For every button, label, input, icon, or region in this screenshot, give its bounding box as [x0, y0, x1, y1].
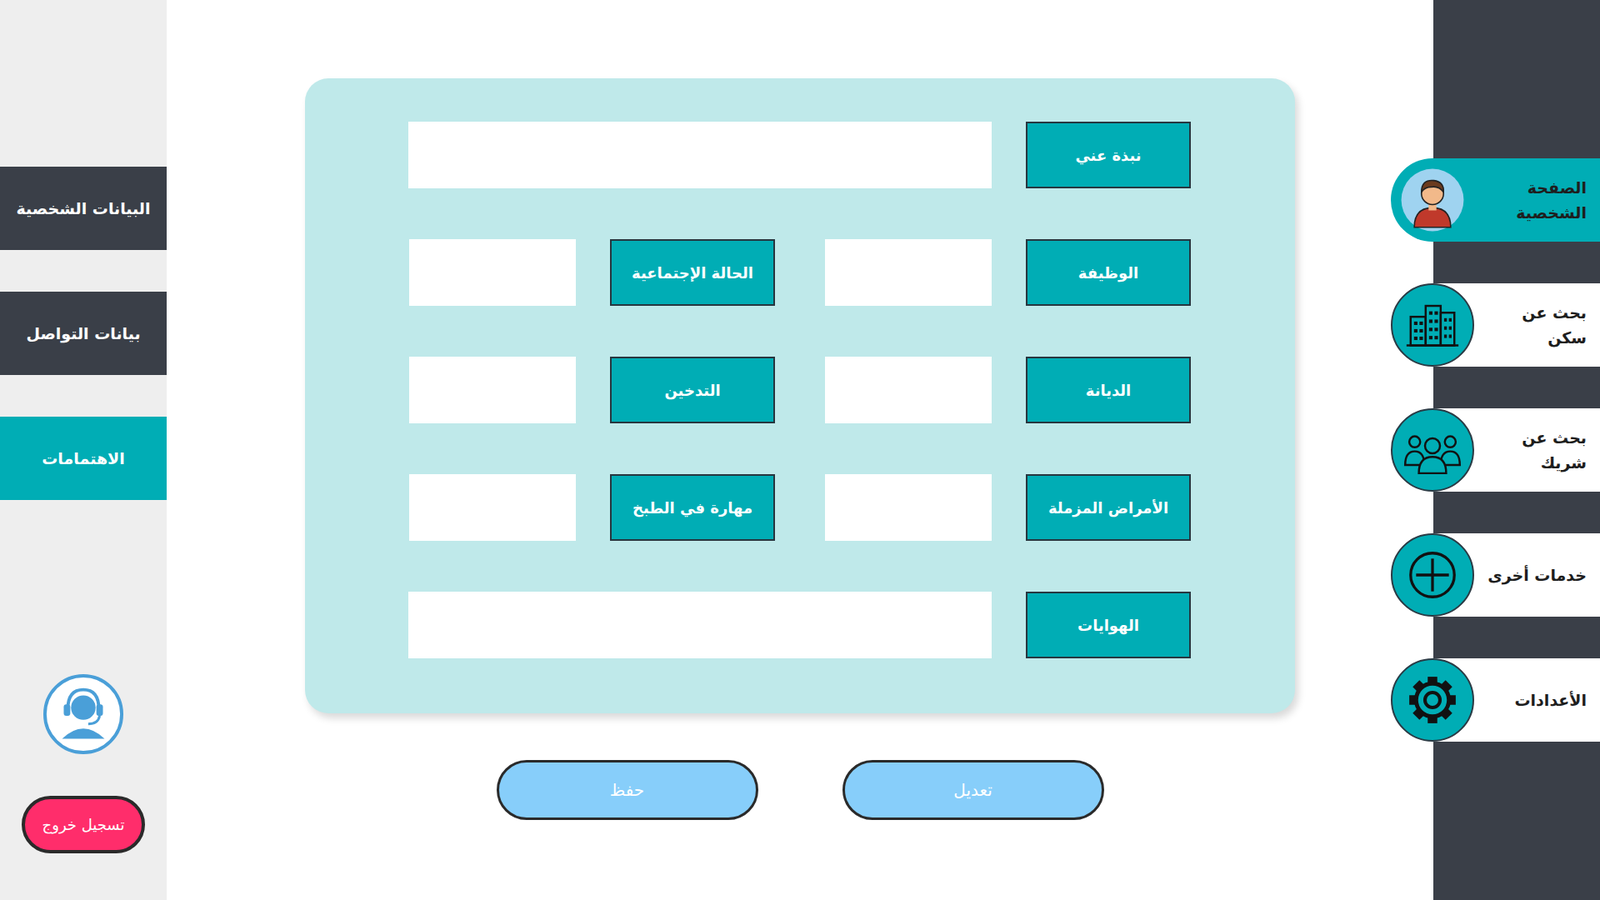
text-input[interactable]: [409, 474, 576, 541]
nav-item[interactable]: بحث عن سكن: [1390, 283, 1600, 367]
section-tabs: البيانات الشخصية بيانات التواصل الاهتمامات: [0, 166, 167, 500]
field-label: الهوايات: [1025, 591, 1191, 659]
headset-icon: [42, 673, 125, 755]
form-field: الوظيفة: [825, 239, 1191, 306]
form-field: الأمراض المزملة: [825, 474, 1191, 541]
form-row: الديانة التدخين: [408, 356, 1191, 424]
field-label: التدخين: [610, 356, 775, 424]
tab-label: البيانات الشخصية: [16, 199, 151, 218]
nav-icon-circle: [1390, 408, 1475, 492]
support-button[interactable]: [42, 673, 125, 755]
action-buttons: تعديل حفظ: [305, 760, 1295, 820]
form-field: الديانة: [825, 356, 1191, 424]
action-button[interactable]: حفظ: [496, 760, 759, 820]
section-tab[interactable]: الاهتمامات: [0, 416, 167, 500]
tab-label: بيانات التواصل: [25, 324, 140, 343]
nav-icon-circle: [1390, 533, 1475, 617]
field-label: نبذة عني: [1025, 121, 1191, 189]
buildings-icon: [1398, 290, 1467, 360]
main-area: نبذة عنيالوظيفةالحالة الإجتماعيةالديانةا…: [166, 0, 1391, 900]
field-label: الديانة: [1025, 356, 1191, 424]
nav-item[interactable]: الأعدادات: [1390, 658, 1600, 742]
nav-item[interactable]: الصفحة الشخصية: [1390, 158, 1600, 242]
avatar-icon: [1400, 167, 1465, 233]
nav-icon-circle: [1390, 658, 1475, 742]
action-button[interactable]: تعديل: [842, 760, 1105, 820]
form-field: التدخين: [409, 356, 775, 424]
section-tab[interactable]: البيانات الشخصية: [0, 166, 167, 250]
tab-label: الاهتمامات: [41, 449, 125, 468]
nav-label: بحث عن سكن: [1474, 300, 1600, 351]
field-label: الحالة الإجتماعية: [610, 239, 775, 306]
app-root: البيانات الشخصية بيانات التواصل الاهتمامات…: [0, 0, 1600, 900]
gear-icon: [1398, 665, 1467, 735]
form-row: نبذة عني: [408, 121, 1191, 189]
nav-icon-circle: [1390, 283, 1475, 367]
text-input[interactable]: [409, 239, 576, 306]
nav-label: بحث عن شريك: [1474, 425, 1600, 476]
form-row: الوظيفة الحالة الإجتماعية: [408, 239, 1191, 306]
form-row: الهوايات: [408, 591, 1191, 659]
nav-item[interactable]: بحث عن شريك: [1390, 408, 1600, 492]
form-field: مهارة في الطبخ: [409, 474, 775, 541]
form-field: نبذة عني: [408, 121, 1191, 189]
text-input[interactable]: [825, 474, 992, 541]
section-tab[interactable]: بيانات التواصل: [0, 291, 167, 375]
form-card: نبذة عنيالوظيفةالحالة الإجتماعيةالديانةا…: [305, 78, 1295, 714]
form-field: الهوايات: [408, 591, 1191, 659]
text-input[interactable]: [825, 239, 992, 306]
nav-icon-circle: [1390, 158, 1475, 242]
text-input[interactable]: [409, 356, 576, 424]
text-input[interactable]: [408, 591, 992, 659]
text-input[interactable]: [408, 121, 992, 189]
field-label: الوظيفة: [1025, 239, 1191, 306]
main-nav: الصفحة الشخصية بحث عن سكن بحث عن شريك خدمات…: [1390, 0, 1600, 900]
form-field: الحالة الإجتماعية: [409, 239, 775, 306]
plus-icon: [1398, 540, 1467, 610]
form-row: الأمراض المزملة مهارة في الطبخ: [408, 474, 1191, 541]
nav-label: الصفحة الشخصية: [1474, 175, 1600, 226]
field-label: الأمراض المزملة: [1025, 474, 1191, 541]
text-input[interactable]: [825, 356, 992, 424]
logout-button[interactable]: تسجيل خروج: [21, 795, 145, 854]
field-label: مهارة في الطبخ: [610, 474, 775, 541]
nav-item[interactable]: خدمات أخرى: [1390, 533, 1600, 617]
people-icon: [1398, 415, 1467, 485]
left-panel: البيانات الشخصية بيانات التواصل الاهتمامات…: [0, 0, 167, 900]
nav-label: الأعدادات: [1474, 687, 1600, 713]
nav-label: خدمات أخرى: [1474, 562, 1600, 588]
